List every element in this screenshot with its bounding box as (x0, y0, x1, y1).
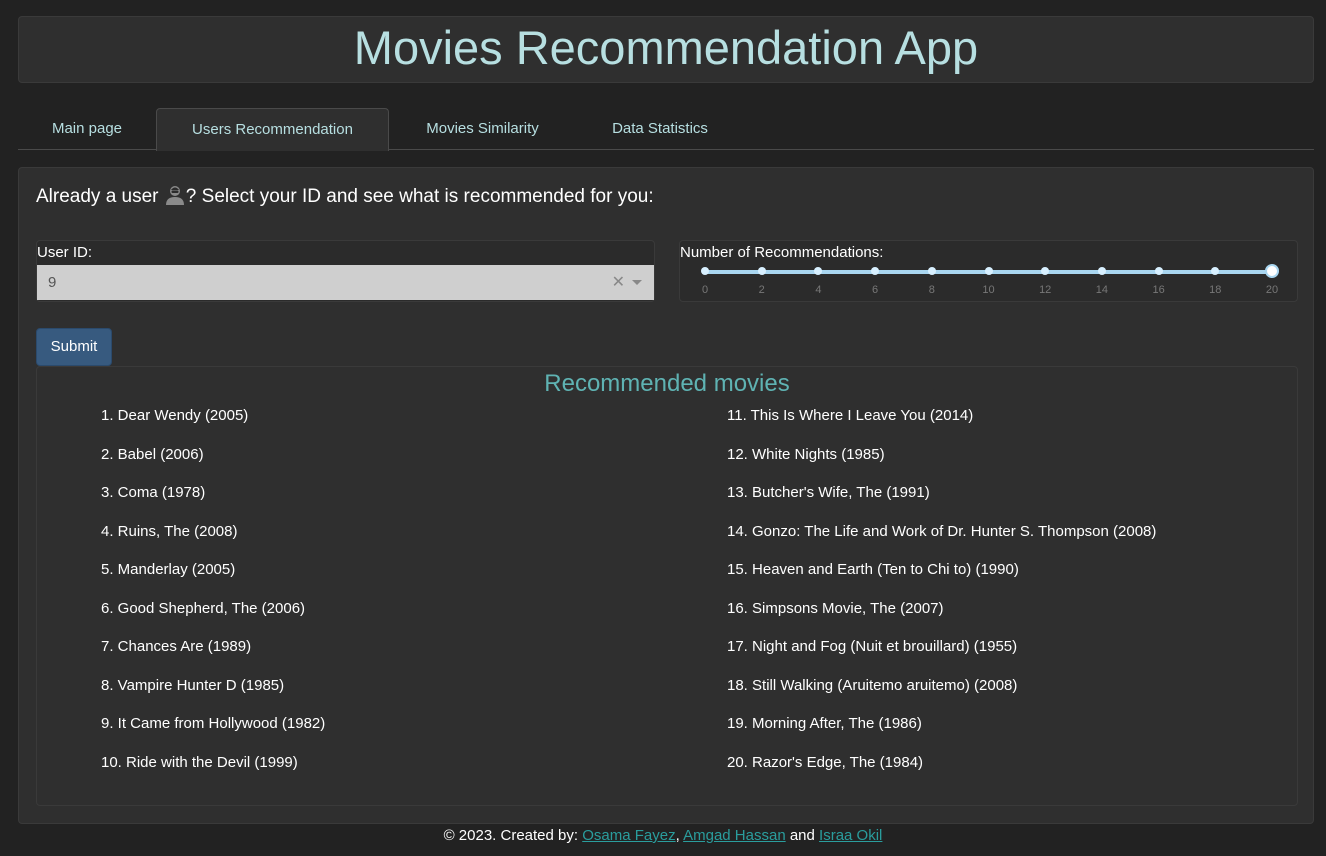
intro-after: ? Select your ID and see what is recomme… (185, 186, 654, 207)
app-header: Movies Recommendation App (18, 16, 1314, 83)
slider-step-dot (927, 267, 936, 275)
slider-tick-label: 8 (928, 284, 935, 296)
movie-item: 6. Good Shepherd, The (2006) (101, 599, 306, 617)
author-link-osama[interactable]: Osama Fayez (582, 827, 675, 844)
recommendations-label: Number of Recommendations: (680, 244, 884, 261)
movie-item: 20. Razor's Edge, The (1984) (727, 753, 924, 771)
movie-item: 19. Morning After, The (1986) (727, 715, 922, 732)
user-id-label: User ID: (37, 244, 93, 261)
movie-item: 3. Coma (1978) (101, 484, 206, 501)
slider-tick-label: 10 (982, 284, 995, 296)
recommended-movies-box: Recommended movies 1. Dear Wendy (2005) … (36, 366, 1298, 806)
tab-bar: Main page Users Recommendation Movies Si… (18, 108, 1314, 151)
app-title: Movies Recommendation App (353, 21, 979, 74)
movie-item: 1. Dear Wendy (2005) (101, 407, 249, 424)
slider-tick-label: 20 (1265, 284, 1279, 296)
slider-tick-label: 18 (1209, 284, 1222, 296)
slider-handle[interactable] (1265, 264, 1279, 278)
movie-item: 14. Gonzo: The Life and Work of Dr. Hunt… (727, 522, 1157, 540)
slider-tick-label: 4 (815, 284, 822, 296)
intro-text: Already a user ? Select your ID and see … (36, 184, 654, 211)
movie-item: 18. Still Walking (Aruitemo aruitemo) (2… (727, 676, 1018, 694)
movie-item: 4. Ruins, The (2008) (101, 522, 238, 540)
slider-step-dot (1097, 267, 1106, 275)
user-id-value: 9 (48, 274, 57, 291)
tab-data-statistics[interactable]: Data Statistics (576, 108, 744, 150)
footer-prefix: © 2023. Created by: (443, 827, 583, 844)
movie-item: 7. Chances Are (1989) (101, 638, 252, 655)
clear-icon[interactable]: ✕ (612, 265, 625, 300)
slider-tick-label: 12 (1039, 284, 1052, 296)
chevron-down-icon[interactable] (632, 280, 642, 285)
movie-item: 5. Manderlay (2005) (101, 561, 236, 578)
slider-tick-label: 14 (1095, 284, 1109, 296)
movie-item: 16. Simpsons Movie, The (2007) (727, 599, 944, 617)
movie-list-left: 1. Dear Wendy (2005) 2. Babel (2006) 3. … (101, 407, 325, 792)
slider-step-dot (1154, 267, 1163, 275)
person-icon (165, 184, 185, 211)
slider-step-dot (984, 267, 993, 275)
slider-tick-label: 2 (758, 284, 765, 296)
intro-before: Already a user (36, 186, 164, 207)
footer: © 2023. Created by: Osama Fayez, Amgad H… (0, 827, 1326, 844)
slider-tick-label: 16 (1152, 284, 1165, 296)
tab-users-recommendation[interactable]: Users Recommendation (156, 108, 389, 151)
movie-item: 11. This Is Where I Leave You (2014) (727, 407, 974, 424)
submit-button[interactable]: Submit (36, 328, 112, 366)
tab-main-page[interactable]: Main page (18, 108, 156, 150)
movie-item: 13. Butcher's Wife, The (1991) (727, 484, 930, 501)
movie-item: 2. Babel (2006) (101, 445, 204, 463)
footer-sep-1: , (675, 827, 684, 844)
movie-item: 9. It Came from Hollywood (1982) (101, 715, 326, 732)
movie-item: 17. Night and Fog (Nuit et brouillard) (… (727, 638, 1018, 655)
slider-tick-label: 6 (872, 284, 879, 296)
tab-movies-similarity[interactable]: Movies Similarity (389, 108, 576, 150)
slider-step-dot (701, 267, 709, 275)
slider-step-dot (757, 267, 766, 275)
footer-sep-2: and (785, 827, 820, 844)
movie-item: 12. White Nights (1985) (727, 445, 885, 463)
user-id-select[interactable]: 9 ✕ (37, 265, 654, 300)
recommended-movies-heading: Recommended movies (544, 370, 790, 397)
slider-tick-label: 0 (701, 284, 709, 296)
movie-item: 15. Heaven and Earth (Ten to Chi to) (19… (727, 561, 1019, 578)
movie-item: 8. Vampire Hunter D (1985) (101, 676, 285, 694)
movie-list-right: 11. This Is Where I Leave You (2014) 12.… (727, 407, 1156, 792)
author-link-amgad[interactable]: Amgad Hassan (683, 827, 786, 844)
movie-item: 10. Ride with the Devil (1999) (101, 753, 298, 771)
author-link-israa[interactable]: Israa Okil (819, 827, 882, 844)
users-recommendation-panel: Already a user ? Select your ID and see … (18, 167, 1314, 824)
